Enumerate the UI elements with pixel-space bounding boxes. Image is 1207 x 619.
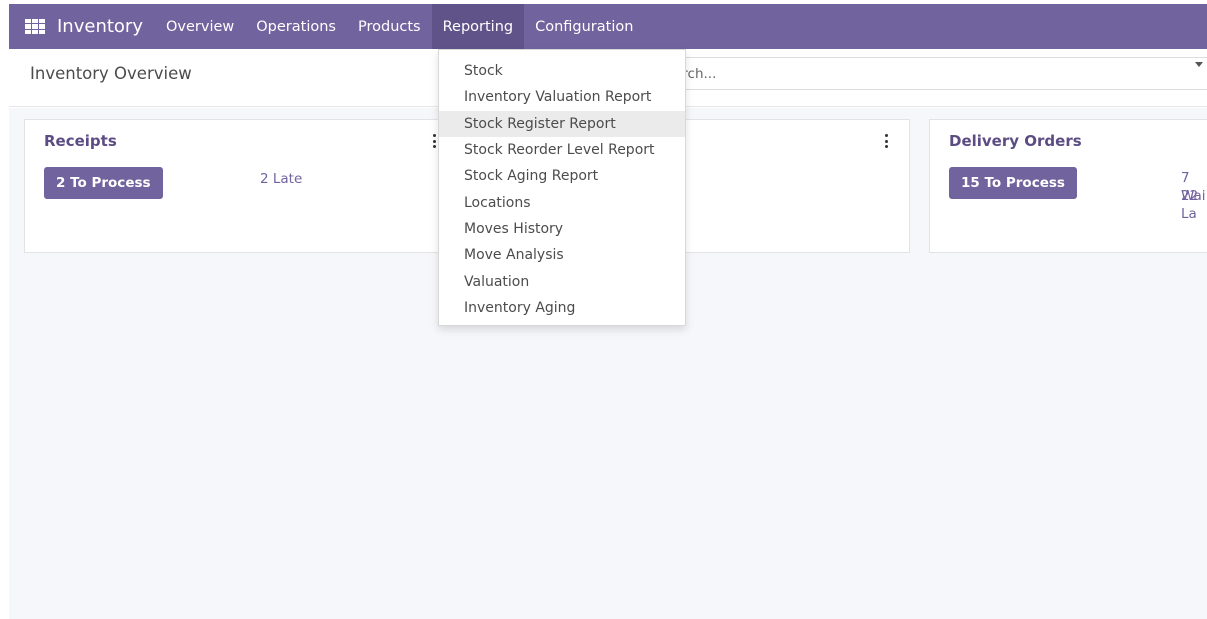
receipts-card: Receipts 2 To Process 2 Late [24, 119, 457, 253]
menu-item-stock-aging-report[interactable]: Stock Aging Report [439, 163, 685, 189]
menu-item-inventory-valuation-report[interactable]: Inventory Valuation Report [439, 84, 685, 110]
app-name[interactable]: Inventory [57, 16, 143, 37]
menu-reporting[interactable]: Reporting [431, 4, 525, 49]
receipts-title[interactable]: Receipts [44, 132, 117, 150]
menu-item-moves-history[interactable]: Moves History [439, 216, 685, 242]
menu-item-stock[interactable]: Stock [439, 58, 685, 84]
delivery-orders-card: Delivery Orders 15 To Process 7 Wai 22 L… [929, 119, 1207, 253]
main-menu: Overview Operations Products Reporting C… [155, 4, 644, 49]
menu-item-inventory-aging[interactable]: Inventory Aging [439, 295, 685, 321]
delivery-late-link[interactable]: 22 La [1181, 187, 1207, 223]
receipts-late-link[interactable]: 2 Late [260, 170, 302, 188]
delivery-to-process-button[interactable]: 15 To Process [949, 167, 1077, 199]
menu-item-locations[interactable]: Locations [439, 189, 685, 215]
menu-operations[interactable]: Operations [245, 4, 347, 49]
menu-item-valuation[interactable]: Valuation [439, 268, 685, 294]
menu-item-stock-reorder-level-report[interactable]: Stock Reorder Level Report [439, 137, 685, 163]
top-navbar: Inventory Overview Operations Products R… [9, 4, 1207, 49]
kebab-menu-icon[interactable] [883, 134, 889, 148]
reporting-dropdown: Stock Inventory Valuation Report Stock R… [438, 49, 686, 326]
delivery-orders-title[interactable]: Delivery Orders [949, 132, 1082, 150]
menu-item-stock-register-report[interactable]: Stock Register Report [439, 110, 685, 137]
receipts-to-process-button[interactable]: 2 To Process [44, 167, 163, 199]
menu-overview[interactable]: Overview [155, 4, 245, 49]
kebab-menu-icon[interactable] [431, 134, 437, 148]
menu-item-move-analysis[interactable]: Move Analysis [439, 242, 685, 268]
menu-configuration[interactable]: Configuration [524, 4, 644, 49]
page-title: Inventory Overview [30, 64, 192, 83]
apps-grid-icon[interactable] [25, 18, 45, 35]
caret-down-icon[interactable] [1195, 62, 1203, 67]
menu-products[interactable]: Products [347, 4, 432, 49]
